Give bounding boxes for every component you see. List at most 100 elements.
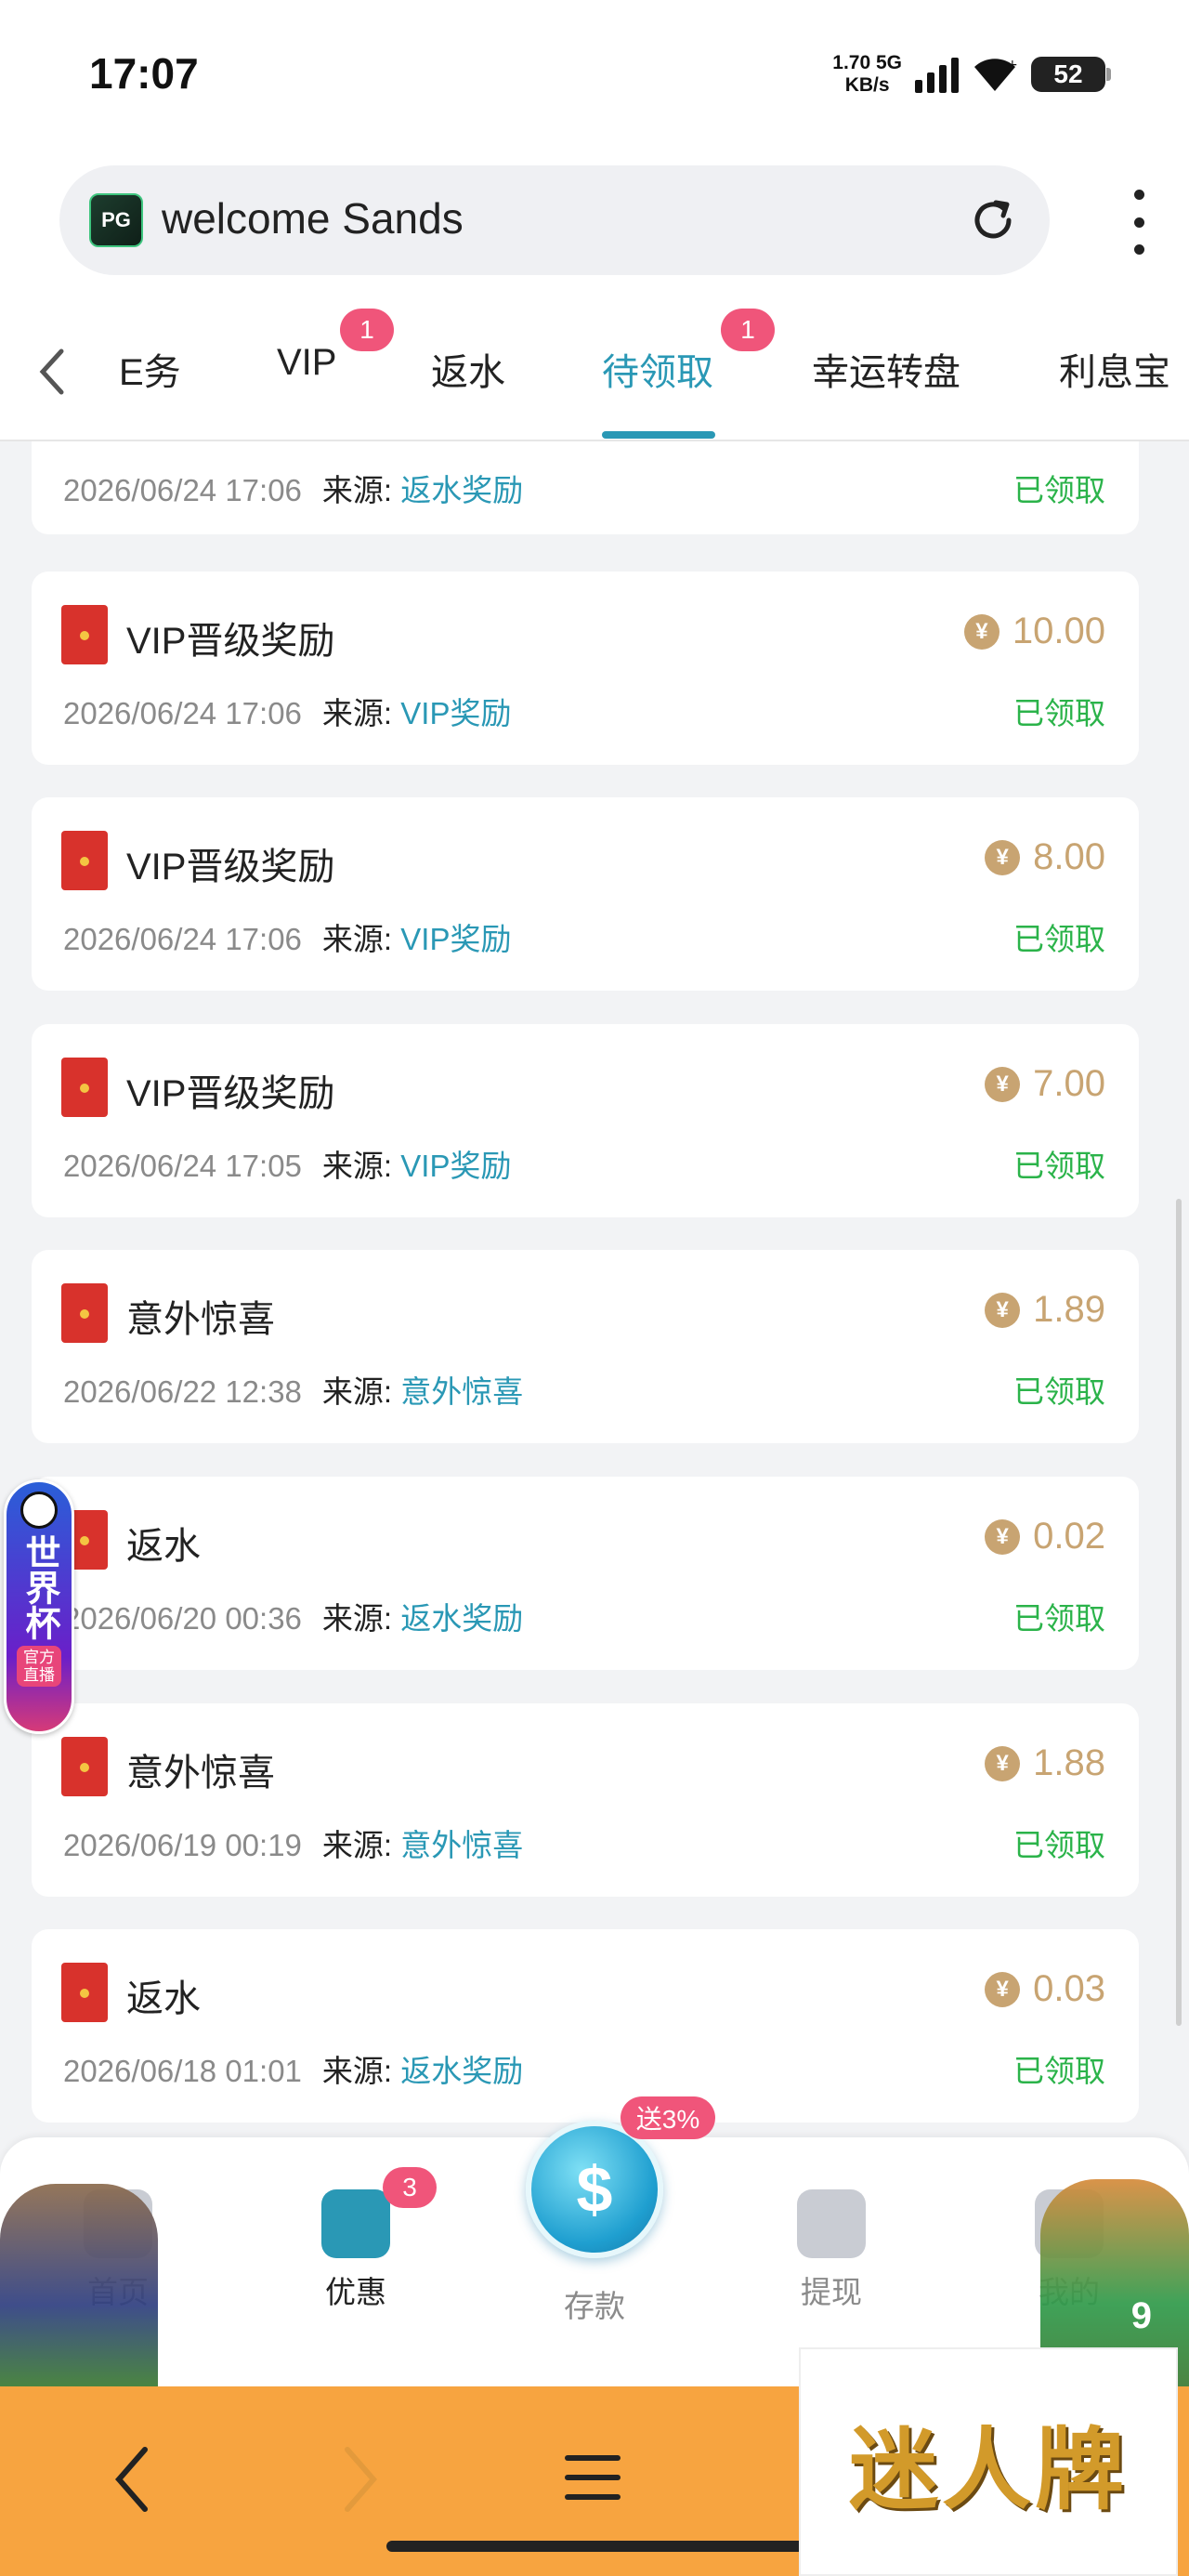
record-amount: ¥0.02 bbox=[985, 1516, 1105, 1557]
nav-promo[interactable]: 3 优惠 bbox=[286, 2167, 437, 2312]
tab-vip[interactable]: VIP bbox=[277, 342, 336, 384]
back-icon[interactable] bbox=[110, 2442, 156, 2517]
record-source: VIP奖励 bbox=[400, 922, 512, 956]
list-item[interactable]: VIP晋级奖励 ¥7.00 2026/06/24 17:05 来源: VIP奖励 … bbox=[32, 1024, 1139, 1217]
record-source: 意外惊喜 bbox=[400, 1828, 524, 1862]
red-envelope-icon bbox=[61, 1963, 108, 2022]
record-date: 2026/06/24 17:06 bbox=[63, 922, 302, 956]
record-title: 返水 bbox=[126, 1526, 201, 1567]
record-title: VIP晋级奖励 bbox=[126, 1073, 335, 1114]
list-item[interactable]: 意外惊喜 ¥1.89 2026/06/22 12:38 来源: 意外惊喜 已领取 bbox=[32, 1250, 1139, 1443]
status-indicators: 1.70 5G KB/s + 52 bbox=[832, 46, 1111, 102]
world-cup-title: 世界杯 bbox=[20, 1534, 59, 1640]
battery-icon: 52 bbox=[1031, 57, 1111, 92]
soccer-ball-icon bbox=[20, 1492, 58, 1529]
record-date: 2026/06/24 17:06 bbox=[63, 696, 302, 730]
record-amount: ¥10.00 bbox=[963, 611, 1105, 652]
menu-icon[interactable] bbox=[563, 2450, 622, 2505]
nav-promo-badge: 3 bbox=[383, 2167, 437, 2208]
record-amount: ¥1.88 bbox=[985, 1742, 1105, 1784]
tab-interest[interactable]: 利息宝 bbox=[1059, 342, 1170, 396]
record-source: 意外惊喜 bbox=[400, 1374, 524, 1409]
home-indicator[interactable] bbox=[386, 2541, 804, 2552]
coin-icon: ¥ bbox=[985, 839, 1021, 875]
nav-withdraw[interactable]: 提现 bbox=[762, 2189, 901, 2312]
record-source: VIP奖励 bbox=[400, 696, 512, 730]
site-logo-icon: PG bbox=[89, 193, 143, 247]
record-meta: 2026/06/22 12:38 来源: 意外惊喜 bbox=[63, 1367, 523, 1412]
record-status: 已领取 bbox=[1013, 1601, 1105, 1636]
record-meta: 2026/06/24 17:05 来源: VIP奖励 bbox=[63, 1141, 511, 1186]
record-list: 2026/06/24 17:06 来源: 返水奖励 已领取 VIP晋级奖励 ¥10… bbox=[0, 441, 1189, 2151]
deposit-label: 存款 bbox=[564, 2289, 625, 2323]
coin-icon: ¥ bbox=[985, 1292, 1021, 1328]
record-status: 已领取 bbox=[1013, 473, 1105, 507]
reload-icon[interactable] bbox=[966, 193, 1020, 247]
record-source: 返水奖励 bbox=[400, 473, 524, 507]
record-meta: 2026/06/18 01:01 来源: 返水奖励 bbox=[63, 2046, 523, 2091]
signal-icon bbox=[915, 56, 959, 93]
gift-icon bbox=[321, 2189, 390, 2258]
record-meta: 2026/06/20 00:36 来源: 返水奖励 bbox=[63, 1594, 523, 1638]
record-amount: ¥7.00 bbox=[985, 1063, 1105, 1105]
red-envelope-icon bbox=[61, 1058, 108, 1117]
deposit-button[interactable]: $ bbox=[526, 2121, 663, 2258]
tab-scroll-left-icon[interactable] bbox=[33, 344, 71, 400]
tab-pending[interactable]: 待领取 bbox=[602, 342, 713, 396]
record-meta: 2026/06/24 17:06 来源: VIP奖励 bbox=[63, 689, 511, 733]
list-item[interactable]: VIP晋级奖励 ¥8.00 2026/06/24 17:06 来源: VIP奖励 … bbox=[32, 797, 1139, 991]
list-item[interactable]: 返水 ¥0.03 2026/06/18 01:01 来源: 返水奖励 已领取 bbox=[32, 1929, 1139, 2123]
tab-active-indicator bbox=[602, 431, 715, 439]
tab-vip-badge: 1 bbox=[340, 309, 394, 351]
nav-withdraw-label: 提现 bbox=[801, 2275, 862, 2309]
svg-text:+: + bbox=[1007, 58, 1018, 72]
eagle-mascot-image bbox=[0, 2184, 158, 2386]
tab-tasks[interactable]: E务 bbox=[119, 342, 181, 396]
record-source-label: 来源: bbox=[321, 473, 393, 507]
record-source: 返水奖励 bbox=[400, 1601, 524, 1636]
net-speed-value: 1.70 bbox=[832, 52, 871, 73]
list-item[interactable]: 2026/06/24 17:06 来源: 返水奖励 已领取 bbox=[32, 441, 1139, 534]
browser-toolbar: PG welcome Sands bbox=[0, 149, 1189, 307]
record-source: 返水奖励 bbox=[400, 2054, 524, 2088]
amount-value: 8.00 bbox=[1033, 836, 1105, 877]
amount-value: 10.00 bbox=[1012, 611, 1105, 651]
record-date: 2026/06/20 00:36 bbox=[63, 1601, 302, 1636]
record-date: 2026/06/24 17:05 bbox=[63, 1149, 302, 1183]
record-amount: ¥1.89 bbox=[985, 1289, 1105, 1331]
world-cup-subtitle: 官方直播 bbox=[17, 1646, 61, 1687]
forward-icon[interactable] bbox=[336, 2442, 383, 2517]
wifi-icon: + bbox=[974, 58, 1018, 91]
record-source: VIP奖励 bbox=[400, 1149, 512, 1183]
world-cup-float-button[interactable]: 世界杯 官方直播 bbox=[4, 1479, 74, 1734]
list-item[interactable]: VIP晋级奖励 ¥10.00 2026/06/24 17:06 来源: VIP奖励… bbox=[32, 572, 1139, 765]
record-status: 已领取 bbox=[1013, 1828, 1105, 1862]
record-meta: 2026/06/24 17:06 来源: 返水奖励 bbox=[63, 466, 523, 510]
address-bar[interactable]: PG welcome Sands bbox=[59, 165, 1050, 275]
list-item[interactable]: 返水 ¥0.02 2026/06/20 00:36 来源: 返水奖励 已领取 bbox=[32, 1477, 1139, 1670]
amount-value: 1.88 bbox=[1033, 1742, 1105, 1783]
record-source-label: 来源: bbox=[321, 922, 393, 956]
record-meta: 2026/06/19 00:19 来源: 意外惊喜 bbox=[63, 1820, 523, 1865]
tab-lucky-wheel[interactable]: 幸运转盘 bbox=[812, 342, 960, 396]
tab-pending-badge: 1 bbox=[721, 309, 775, 351]
list-item[interactable]: 意外惊喜 ¥1.88 2026/06/19 00:19 来源: 意外惊喜 已领取 bbox=[32, 1703, 1139, 1897]
record-status: 已领取 bbox=[1013, 1374, 1105, 1409]
net-speed-unit: KB/s bbox=[844, 74, 890, 96]
record-date: 2026/06/24 17:06 bbox=[63, 473, 302, 507]
dollar-plus-icon: $ bbox=[576, 2153, 613, 2226]
record-status: 已领取 bbox=[1013, 922, 1105, 956]
address-text[interactable]: welcome Sands bbox=[162, 193, 464, 243]
watermark-text: 迷人牌 bbox=[849, 2416, 1128, 2522]
amount-value: 1.89 bbox=[1033, 1289, 1105, 1330]
record-date: 2026/06/18 01:01 bbox=[63, 2054, 302, 2088]
red-envelope-icon bbox=[61, 831, 108, 890]
record-title: 意外惊喜 bbox=[126, 1753, 275, 1794]
mascot-jersey-number: 9 bbox=[1130, 2295, 1152, 2336]
record-amount: ¥8.00 bbox=[985, 836, 1105, 878]
more-menu-icon[interactable] bbox=[1130, 190, 1148, 255]
status-time: 17:07 bbox=[89, 49, 199, 98]
tab-rebate[interactable]: 返水 bbox=[431, 342, 505, 396]
nav-promo-label: 优惠 bbox=[325, 2275, 386, 2309]
scrollbar[interactable] bbox=[1176, 1199, 1182, 2026]
